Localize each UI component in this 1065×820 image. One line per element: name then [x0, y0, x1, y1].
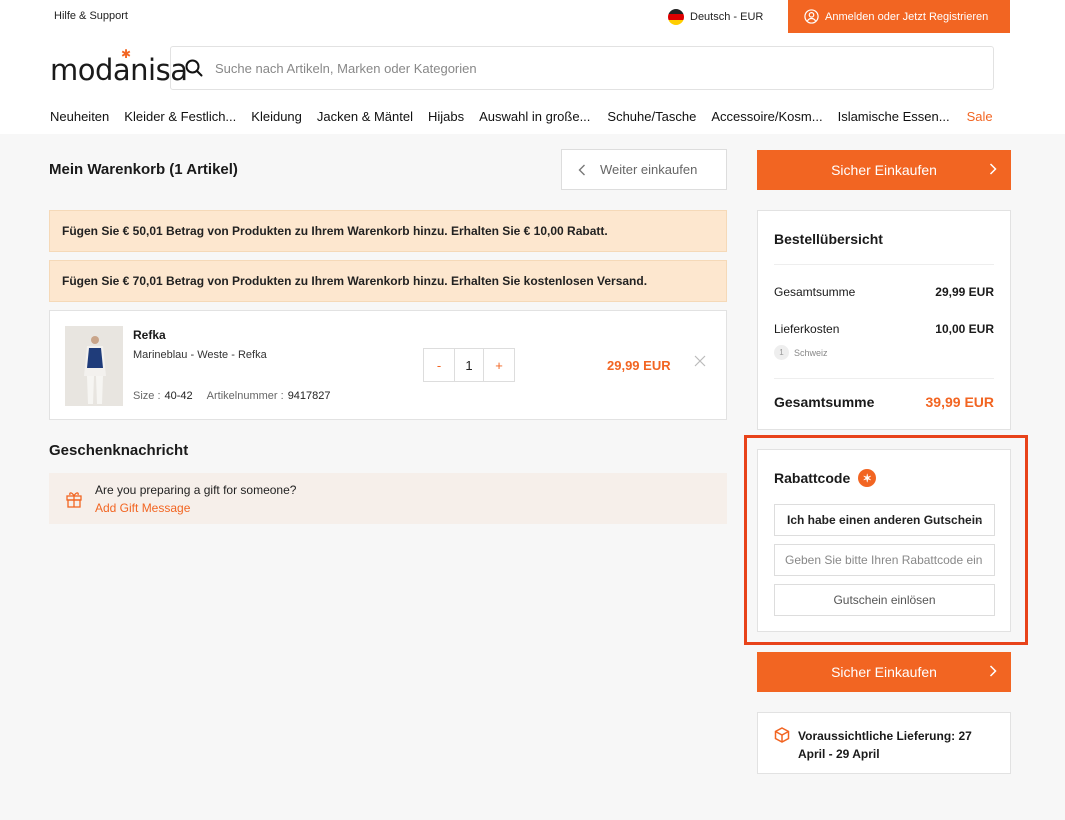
product-image[interactable]: [65, 326, 123, 406]
language-label: Deutsch - EUR: [690, 11, 764, 23]
login-label: Anmelden oder Jetzt Registrieren: [825, 10, 989, 23]
nav-item-kleidung[interactable]: Kleidung: [251, 109, 302, 124]
article-label: Artikelnummer :: [206, 390, 284, 402]
nav-item-schuhe-tasche[interactable]: Schuhe/Tasche: [607, 109, 696, 124]
nav-item-islamische[interactable]: Islamische Essen...: [838, 109, 950, 124]
quantity-value[interactable]: 1: [454, 349, 484, 381]
site-header: modanisa ✱ Neuheiten Kleider & Festlich.…: [0, 33, 1065, 134]
product-brand[interactable]: Refka: [133, 328, 166, 342]
coupon-type-select[interactable]: Ich habe einen anderen Gutschein ⌄: [774, 504, 995, 536]
order-summary-title: Bestellübersicht: [774, 231, 883, 247]
total-label: Gesamtsumme: [774, 394, 875, 410]
size-label: Size :: [133, 390, 161, 402]
checkout-label: Sicher Einkaufen: [831, 162, 937, 178]
continue-shopping-label: Weiter einkaufen: [600, 162, 698, 177]
chevron-down-icon: ⌄: [974, 513, 984, 525]
free-shipping-banner: Fügen Sie € 70,01 Betrag von Produkten z…: [49, 260, 727, 302]
shipping-row: Lieferkosten 10,00 EUR: [774, 322, 994, 336]
coupon-title-label: Rabattcode: [774, 470, 851, 486]
coupon-title: Rabattcode ✶: [774, 469, 877, 487]
total-row: Gesamtsumme 39,99 EUR: [774, 394, 994, 410]
nav-item-hijabs[interactable]: Hijabs: [428, 109, 464, 124]
subtotal-row: Gesamtsumme 29,99 EUR: [774, 285, 994, 299]
shipping-value: 10,00 EUR: [935, 322, 994, 336]
chevron-left-icon: [578, 164, 585, 175]
language-selector[interactable]: Deutsch - EUR: [668, 9, 763, 25]
remove-item-button[interactable]: [694, 354, 706, 372]
delivery-text: Voraussichtliche Lieferung: 27 April - 2…: [798, 729, 972, 761]
logo-flower-icon: ✱: [121, 47, 132, 61]
gift-question: Are you preparing a gift for someone?: [95, 482, 297, 497]
item-price: 29,99 EUR: [607, 358, 671, 373]
nav-item-kleider[interactable]: Kleider & Festlich...: [124, 109, 236, 124]
nav-item-sale[interactable]: Sale: [967, 109, 993, 124]
login-register-button[interactable]: Anmelden oder Jetzt Registrieren: [788, 0, 1010, 33]
coupon-panel: Rabattcode ✶ Ich habe einen anderen Guts…: [757, 449, 1011, 632]
coupon-badge-icon: ✶: [858, 469, 877, 487]
top-bar: Hilfe & Support Deutsch - EUR Anmelden o…: [0, 0, 1065, 33]
article-value: 9417827: [287, 390, 331, 402]
search-input[interactable]: [215, 60, 975, 76]
divider: [774, 264, 994, 265]
site-logo[interactable]: modanisa: [50, 53, 188, 87]
coupon-code-input[interactable]: [774, 544, 995, 576]
nav-item-grosse-groessen[interactable]: Auswahl in große...: [479, 109, 590, 124]
cart-item: Refka Marineblau - Weste - Refka Size : …: [49, 310, 727, 420]
total-value: 39,99 EUR: [925, 394, 994, 410]
package-icon: [774, 727, 790, 743]
continue-shopping-button[interactable]: Weiter einkaufen: [561, 149, 727, 190]
shipping-country-label: Schweiz: [794, 347, 828, 358]
help-support-link[interactable]: Hilfe & Support: [54, 10, 128, 22]
chevron-right-icon: [989, 665, 997, 677]
shipping-count-badge: 1: [774, 345, 789, 360]
cart-title: Mein Warenkorb (1 Artikel): [49, 161, 238, 178]
search-bar: [170, 46, 994, 90]
shipping-label: Lieferkosten: [774, 322, 840, 336]
increase-quantity-button[interactable]: +: [484, 349, 514, 381]
main-nav: Neuheiten Kleider & Festlich... Kleidung…: [50, 109, 993, 124]
germany-flag-icon: [668, 9, 684, 25]
shipping-country: 1 Schweiz: [774, 345, 828, 360]
search-icon[interactable]: [185, 59, 203, 77]
size-value: 40-42: [164, 390, 193, 402]
gift-message-box: Are you preparing a gift for someone? Ad…: [49, 473, 727, 524]
add-gift-message-link[interactable]: Add Gift Message: [95, 499, 296, 517]
secure-checkout-button-bottom[interactable]: Sicher Einkaufen: [757, 652, 1011, 692]
delivery-estimate: Voraussichtliche Lieferung: 27 April - 2…: [757, 712, 1011, 774]
product-description: Marineblau - Weste - Refka: [133, 349, 267, 361]
user-icon: [804, 9, 819, 24]
subtotal-value: 29,99 EUR: [935, 285, 994, 299]
nav-item-jacken[interactable]: Jacken & Mäntel: [317, 109, 413, 124]
chevron-right-icon: [989, 163, 997, 175]
discount-banner: Fügen Sie € 50,01 Betrag von Produkten z…: [49, 210, 727, 252]
product-meta: Size : 40-42 Artikelnummer : 9417827: [133, 390, 331, 402]
gift-message-title: Geschenknachricht: [49, 442, 189, 459]
nav-item-neuheiten[interactable]: Neuheiten: [50, 109, 109, 124]
order-summary: Bestellübersicht Gesamtsumme 29,99 EUR L…: [757, 210, 1011, 430]
close-icon: [694, 355, 706, 367]
secure-checkout-button-top[interactable]: Sicher Einkaufen: [757, 150, 1011, 190]
gift-icon: [66, 491, 82, 508]
checkout-label: Sicher Einkaufen: [831, 664, 937, 680]
redeem-coupon-button[interactable]: Gutschein einlösen: [774, 584, 995, 616]
decrease-quantity-button[interactable]: -: [424, 349, 454, 381]
divider: [774, 378, 994, 379]
nav-item-accessoire[interactable]: Accessoire/Kosm...: [711, 109, 822, 124]
subtotal-label: Gesamtsumme: [774, 285, 856, 299]
coupon-select-value: Ich habe einen anderen Gutschein: [787, 513, 983, 527]
quantity-stepper: - 1 +: [423, 348, 515, 382]
